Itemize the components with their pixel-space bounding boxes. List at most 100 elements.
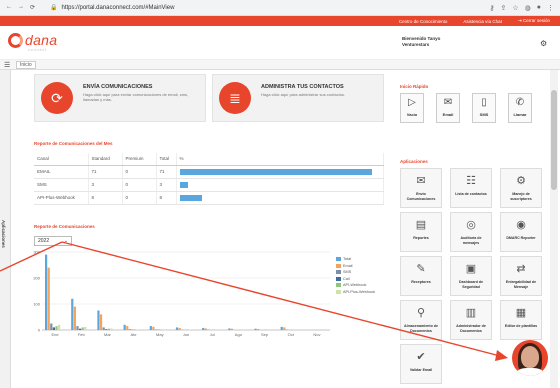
chart-bar bbox=[52, 327, 55, 330]
chevron-down-icon: ⌄ bbox=[63, 238, 68, 244]
logout-label: Cerrar sesión bbox=[522, 18, 550, 23]
app-header: dana connect Bienvenido Tanyo Venturesta… bbox=[0, 26, 560, 60]
col-total: Total bbox=[156, 153, 177, 166]
app-tile[interactable]: ▣ Dashboard de Seguridad bbox=[450, 256, 492, 296]
forward-icon[interactable]: → bbox=[18, 4, 24, 11]
chart-bar bbox=[257, 328, 260, 330]
message-deliverability-icon: ⇄ bbox=[516, 263, 526, 275]
col-percent: % bbox=[176, 153, 384, 166]
chart-bar bbox=[107, 328, 110, 330]
x-tick-label: Ago bbox=[235, 332, 243, 337]
legend-label: Call bbox=[343, 276, 350, 281]
share-icon[interactable]: ⇪ bbox=[501, 4, 507, 12]
send-communications-card[interactable]: ⟳ ENVÍA COMUNICACIONES Haga click aquí p… bbox=[34, 74, 206, 122]
app-tile[interactable]: ☷ Lista de contactos bbox=[450, 168, 492, 208]
star-icon[interactable]: ☆ bbox=[512, 4, 518, 12]
chart-bar bbox=[126, 326, 129, 330]
link-chat-support[interactable]: Asistencia vía Chat bbox=[463, 19, 502, 24]
app-tile-label: Lista de contactos bbox=[455, 192, 487, 196]
legend-item[interactable]: API-Plus-Webhook bbox=[336, 289, 375, 296]
chart-bar bbox=[136, 329, 139, 330]
chart-bar bbox=[128, 329, 131, 330]
hamburger-menu-icon[interactable]: ☰ bbox=[4, 61, 10, 69]
top-links-bar: Centro de Conocimiento Asistencia vía Ch… bbox=[0, 16, 560, 26]
chart-bar bbox=[149, 326, 152, 330]
logo-ring-icon bbox=[8, 32, 23, 48]
x-tick-label: Jun bbox=[183, 332, 189, 337]
app-tile[interactable]: ▤ Reportes bbox=[400, 212, 442, 252]
cell-percent bbox=[176, 191, 384, 205]
app-tile[interactable]: ✎ Receptores bbox=[400, 256, 442, 296]
communications-report-title: Reporte de Comunicaciones bbox=[34, 224, 95, 229]
legend-swatch bbox=[336, 289, 341, 294]
y-tick-label: 300 bbox=[33, 250, 40, 255]
page-scrollbar[interactable] bbox=[550, 70, 558, 388]
app-tile-label: Envío Comunicaciones bbox=[406, 192, 436, 201]
phone-call-icon: ✆ bbox=[515, 97, 525, 108]
app-tile[interactable]: ⚙ Manejo de suscriptores bbox=[500, 168, 542, 208]
chart-bar bbox=[202, 327, 205, 330]
table-row: API-Plus-Webhook 8 0 8 bbox=[34, 191, 384, 205]
quick-sms-button[interactable]: ▯ SMS bbox=[472, 93, 496, 123]
x-tick-label: Nov bbox=[313, 332, 320, 337]
url-bar[interactable]: https://portal.danaconnect.com/#MainView bbox=[61, 5, 489, 11]
quick-empty-button[interactable]: ▷ Vacío bbox=[400, 93, 424, 123]
manage-contacts-card[interactable]: ≣ ADMINISTRA TUS CONTACTOS Haga click aq… bbox=[212, 74, 384, 122]
side-tab-label: Aplicaciones bbox=[1, 220, 6, 248]
link-logout[interactable]: ⇥ Cerrar sesión bbox=[518, 18, 550, 24]
chart-bar bbox=[178, 327, 181, 330]
chart-bar bbox=[81, 327, 84, 330]
chat-agent-avatar[interactable] bbox=[512, 340, 548, 376]
cell-premium: 0 bbox=[122, 165, 157, 179]
send-communications-icon: ⟳ bbox=[41, 82, 73, 114]
cell-standard: 3 bbox=[88, 178, 123, 192]
quick-email-button[interactable]: ✉ Email bbox=[436, 93, 460, 123]
link-knowledge-center[interactable]: Centro de Conocimiento bbox=[399, 19, 448, 24]
chart-bar bbox=[204, 328, 207, 330]
extension-icon[interactable]: ◍ bbox=[525, 4, 531, 12]
year-select[interactable]: 2022 ⌄ bbox=[34, 236, 72, 246]
cell-percent bbox=[176, 178, 384, 192]
legend-swatch bbox=[336, 283, 341, 288]
quick-call-button[interactable]: ✆ Llamar bbox=[508, 93, 532, 123]
settings-gear-icon[interactable]: ⚙ bbox=[540, 39, 547, 48]
table-row: SMS 3 0 3 bbox=[34, 178, 384, 192]
app-tile[interactable]: ⇄ Entregabilidad de Mensaje bbox=[500, 256, 542, 296]
app-tile[interactable]: ◎ Auditoría de mensajes bbox=[450, 212, 492, 252]
company-name: Venturestars bbox=[402, 42, 430, 47]
chart-bar bbox=[152, 326, 155, 330]
app-tile[interactable]: ▦ Editor de plantillas bbox=[500, 300, 542, 340]
cell-channel: API-Plus-Webhook bbox=[34, 191, 89, 205]
applications-side-tab[interactable]: Aplicaciones bbox=[0, 70, 11, 388]
contact-list-icon: ☷ bbox=[466, 175, 476, 187]
cell-channel: EMAIL bbox=[34, 165, 89, 179]
reload-icon[interactable]: ⟳ bbox=[30, 4, 35, 11]
app-tile[interactable]: ✉ Envío Comunicaciones bbox=[400, 168, 442, 208]
app-tile-label: Dashboard de Seguridad bbox=[459, 280, 483, 289]
app-tile[interactable]: ▥ Administrador de Documentos bbox=[450, 300, 492, 340]
legend-label: Email bbox=[343, 263, 353, 268]
chart-bar bbox=[50, 323, 53, 330]
key-icon[interactable]: ⚷ bbox=[489, 4, 494, 12]
card-title: ENVÍA COMUNICACIONES bbox=[83, 84, 153, 90]
back-icon[interactable]: ← bbox=[6, 4, 12, 11]
breadcrumb[interactable]: Inicio bbox=[16, 61, 36, 69]
quick-label: Vacío bbox=[406, 112, 418, 117]
profile-icon[interactable]: ● bbox=[537, 4, 541, 12]
app-tile[interactable]: ◉ DMARC Reporter bbox=[500, 212, 542, 252]
app-tile[interactable]: ⚲ Almacenamiento de Documentos bbox=[400, 300, 442, 340]
x-tick-label: Ene bbox=[52, 332, 60, 337]
dana-logo[interactable]: dana connect bbox=[8, 32, 57, 52]
app-tile[interactable]: ✔ Validar Email bbox=[400, 344, 442, 384]
quick-label: Llamar bbox=[513, 112, 527, 117]
chart-bar bbox=[133, 329, 137, 330]
col-premium: Premium bbox=[122, 153, 157, 166]
y-tick-label: 100 bbox=[33, 302, 40, 307]
annotation-arrowhead bbox=[495, 350, 508, 361]
security-dashboard-icon: ▣ bbox=[465, 263, 477, 275]
cell-total: 71 bbox=[156, 165, 177, 179]
menu-dots-icon[interactable]: ⋮ bbox=[547, 4, 554, 12]
x-tick-label: Oct bbox=[288, 332, 295, 337]
scrollbar-thumb[interactable] bbox=[551, 90, 557, 190]
cell-total: 8 bbox=[156, 191, 177, 205]
